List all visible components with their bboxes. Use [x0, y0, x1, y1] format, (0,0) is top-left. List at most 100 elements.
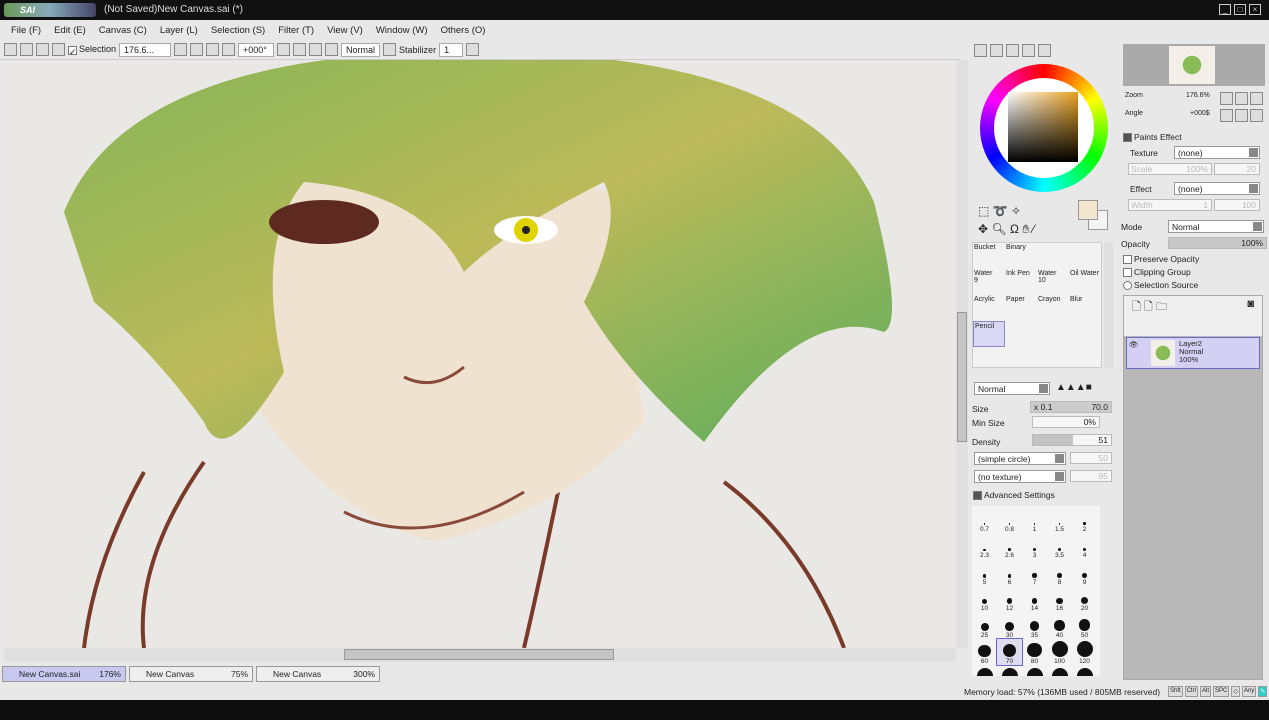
primary-color-swatch[interactable]: [1078, 200, 1098, 220]
canvas-horizontal-scrollbar[interactable]: [4, 648, 956, 662]
brush-size-preset[interactable]: 8: [1047, 559, 1072, 586]
density-slider[interactable]: 51: [1032, 434, 1112, 446]
scale-field[interactable]: Scale 100%: [1128, 163, 1212, 175]
tool-blur[interactable]: Blur: [1069, 295, 1106, 321]
menu-file[interactable]: File (F): [6, 25, 49, 36]
nav-rotate-reset-button[interactable]: [1250, 109, 1263, 122]
paints-effect-header[interactable]: Paints Effect: [1123, 132, 1182, 143]
maximize-button[interactable]: □: [1234, 4, 1246, 15]
brush-size-preset[interactable]: 16: [1047, 586, 1072, 612]
scratchpad-tab[interactable]: [1038, 44, 1051, 57]
brush-size-preset[interactable]: 200: [997, 665, 1022, 676]
brush-size-preset[interactable]: 3.5: [1047, 533, 1072, 559]
move-icon[interactable]: ✥: [978, 222, 988, 236]
opacity-slider[interactable]: 100%: [1168, 237, 1267, 249]
nav-zoom-out-button[interactable]: [1220, 92, 1233, 105]
nav-rotate-left-button[interactable]: [1220, 109, 1233, 122]
brush-shape-value[interactable]: 50: [1070, 452, 1112, 464]
space-key-indicator[interactable]: SPC: [1213, 686, 1230, 697]
brush-size-preset[interactable]: 14: [1022, 586, 1047, 612]
brush-size-preset[interactable]: 12: [997, 586, 1022, 612]
zoom-reset-button[interactable]: [222, 43, 236, 56]
brush-size-preset[interactable]: 2.3: [972, 533, 997, 559]
zoom-field[interactable]: 176.6...: [119, 42, 172, 57]
nav-zoom-reset-button[interactable]: [1250, 92, 1263, 105]
clipping-group-checkbox[interactable]: Clipping Group: [1123, 267, 1191, 278]
menu-filter[interactable]: Filter (T): [273, 25, 322, 36]
rotate-reset-button[interactable]: [325, 43, 339, 56]
scale-value[interactable]: 20: [1214, 163, 1260, 175]
new-vector-layer-icon[interactable]: 🗋: [1144, 301, 1153, 313]
brush-size-preset[interactable]: 20: [1072, 586, 1097, 612]
brush-size-preset[interactable]: 250: [1022, 665, 1047, 676]
swatches-tab[interactable]: [1022, 44, 1035, 57]
brush-size-preset[interactable]: 9: [1072, 559, 1097, 586]
zoom-icon[interactable]: 🔍︎: [991, 222, 1006, 236]
magic-wand-icon[interactable]: ✧: [1011, 204, 1021, 218]
new-layer-icon[interactable]: 🗋: [1132, 301, 1141, 313]
redo-button[interactable]: [20, 43, 33, 56]
nav-zoom-in-button[interactable]: [1235, 92, 1248, 105]
brush-size-preset[interactable]: 0.7: [972, 506, 997, 533]
drawing-canvas[interactable]: [4, 60, 956, 648]
width-value[interactable]: 100: [1214, 199, 1260, 211]
rotate-right-button[interactable]: [309, 43, 323, 56]
any-key-indicator[interactable]: Any: [1242, 686, 1257, 697]
stabilizer-field[interactable]: 1: [439, 42, 464, 57]
stabilizer-dropdown[interactable]: [466, 43, 480, 56]
new-folder-icon[interactable]: 🗀: [1156, 301, 1167, 313]
brush-size-preset[interactable]: 120: [1072, 639, 1097, 665]
brush-size-preset[interactable]: 30: [997, 612, 1022, 639]
brush-size-preset[interactable]: 300: [1047, 665, 1072, 676]
brush-size-preset[interactable]: 80: [1022, 639, 1047, 665]
brush-size-preset[interactable]: 25: [972, 612, 997, 639]
advanced-settings-toggle[interactable]: Advanced Settings: [973, 490, 1055, 501]
brush-shape-buttons[interactable]: ▲▲▲■: [1056, 382, 1092, 393]
width-field[interactable]: Width 1: [1128, 199, 1212, 211]
tool-scrollbar[interactable]: [1104, 242, 1114, 368]
brush-size-preset[interactable]: 5: [972, 559, 997, 586]
menu-view[interactable]: View (V): [322, 25, 371, 36]
brush-size-preset[interactable]: 7: [1022, 559, 1047, 586]
shift-key-indicator[interactable]: Shft: [1168, 686, 1183, 697]
brush-size-preset[interactable]: 0.8: [997, 506, 1022, 533]
selection-source-radio[interactable]: Selection Source: [1123, 280, 1198, 291]
brush-size-preset[interactable]: 2.6: [997, 533, 1022, 559]
menu-canvas[interactable]: Canvas (C): [94, 25, 155, 36]
hsv-slider-tab[interactable]: [1006, 44, 1019, 57]
brush-size-preset[interactable]: 35: [1022, 612, 1047, 639]
brush-size-preset[interactable]: 350: [1072, 665, 1097, 676]
brush-shape-select[interactable]: (simple circle): [974, 452, 1066, 465]
brush-texture-value[interactable]: 95: [1070, 470, 1112, 482]
lasso-icon[interactable]: ➰: [993, 204, 1008, 218]
tool-pencil[interactable]: Pencil: [973, 321, 1005, 347]
brush-size-preset[interactable]: 2: [1072, 506, 1097, 533]
preserve-opacity-checkbox[interactable]: Preserve Opacity: [1123, 254, 1199, 265]
brush-size-preset[interactable]: 70: [996, 637, 1023, 666]
tool-binary[interactable]: Binary: [1005, 243, 1042, 269]
pen-icon[interactable]: ✎: [1258, 686, 1268, 697]
brush-size-preset[interactable]: 160: [972, 665, 997, 676]
invert-selection-button[interactable]: [52, 43, 65, 56]
flip-button[interactable]: [383, 43, 397, 56]
effect-select[interactable]: (none): [1174, 182, 1260, 195]
tool-oil-water[interactable]: Oil Water: [1069, 269, 1106, 295]
marquee-icon[interactable]: ⬚: [978, 204, 989, 218]
menu-layer[interactable]: Layer (L): [155, 25, 206, 36]
min-size-slider[interactable]: 0%: [1032, 416, 1100, 428]
saturation-value-square[interactable]: [1008, 92, 1078, 162]
angle-dropdown[interactable]: [277, 43, 291, 56]
brush-size-preset[interactable]: 1: [1022, 506, 1047, 533]
navigator-zoom-value[interactable]: 176.6%: [1186, 92, 1210, 99]
menu-window[interactable]: Window (W): [371, 25, 436, 36]
deselect-button[interactable]: [36, 43, 49, 56]
navigator-angle-value[interactable]: +000$: [1190, 110, 1210, 117]
brush-size-preset[interactable]: 60: [972, 639, 997, 665]
selection-checkbox[interactable]: ✓: [68, 45, 77, 57]
undo-button[interactable]: [4, 43, 17, 56]
brush-size-preset[interactable]: 10: [972, 586, 997, 612]
size-slider[interactable]: x 0.1 70.0: [1030, 401, 1112, 413]
zoom-dropdown[interactable]: [174, 43, 188, 56]
brush-size-preset[interactable]: 100: [1047, 639, 1072, 665]
menu-others[interactable]: Others (O): [436, 25, 494, 36]
